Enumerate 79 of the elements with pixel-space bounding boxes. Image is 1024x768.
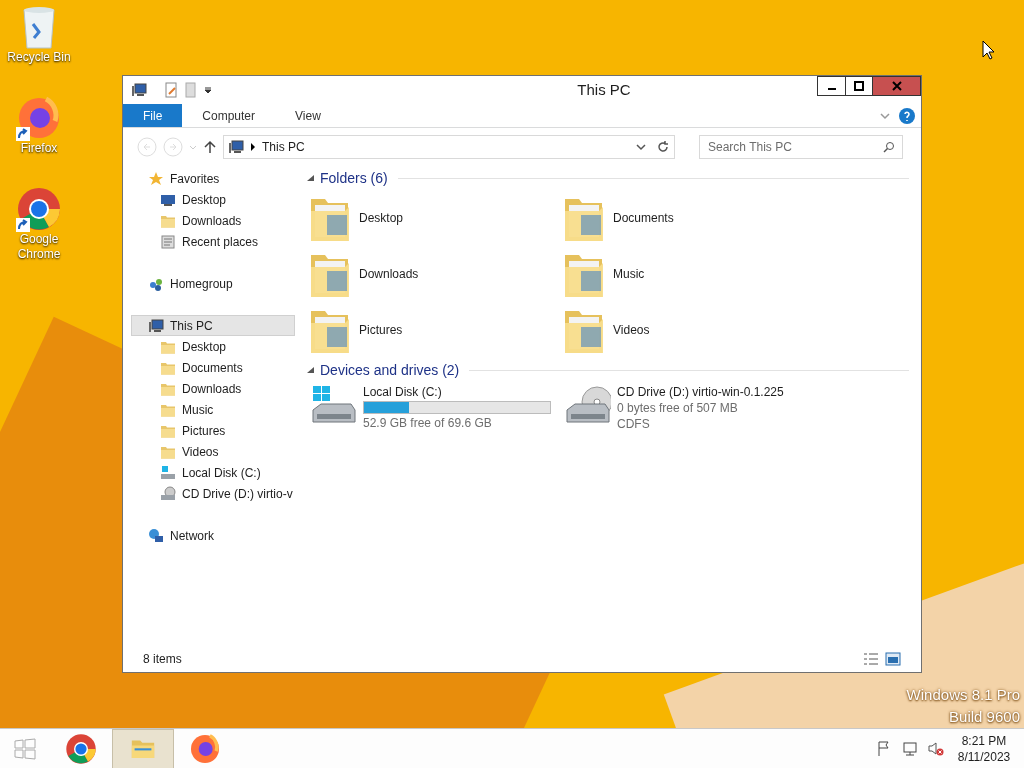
nav-item[interactable]: Downloads bbox=[131, 378, 295, 399]
flag-icon[interactable] bbox=[876, 740, 892, 757]
mouse-cursor-icon bbox=[982, 40, 996, 60]
drive-name: Local Disk (C:) bbox=[363, 384, 443, 400]
ribbon-tab[interactable]: Computer bbox=[182, 104, 276, 127]
large-icons-view-icon[interactable] bbox=[885, 652, 901, 666]
edition-text: Build 9600 bbox=[949, 707, 1020, 727]
nav-item[interactable]: This PC bbox=[131, 315, 295, 336]
nav-item[interactable]: Local Disk (C:) bbox=[131, 462, 295, 483]
nav-item[interactable]: Recent places bbox=[131, 231, 295, 252]
free-space-text: 52.9 GB free of 69.6 GB bbox=[363, 415, 493, 431]
minimize-icon bbox=[827, 88, 836, 90]
computer-icon bbox=[148, 317, 164, 334]
file-system-text: CDFS bbox=[617, 416, 651, 432]
item-count: 8 items bbox=[143, 651, 183, 668]
search-icon bbox=[883, 141, 895, 153]
group-heading: Devices and drives (2) bbox=[320, 360, 460, 380]
nav-item[interactable]: CD Drive (D:) virtio-v bbox=[131, 483, 295, 504]
chevron-down-icon[interactable] bbox=[636, 142, 646, 152]
folder-item[interactable]: Downloads bbox=[309, 246, 563, 302]
free-space-text: 0 bytes free of 507 MB bbox=[617, 400, 739, 416]
close-button[interactable] bbox=[873, 76, 921, 96]
windows-logo-icon bbox=[14, 737, 36, 760]
search-field[interactable]: Search This PC bbox=[699, 135, 903, 159]
clock-date[interactable]: 8/11/2023 bbox=[957, 748, 1011, 765]
shortcut-arrow-icon bbox=[16, 218, 30, 232]
drive-item[interactable]: Local Disk (C:) 52.9 GB free of 69.6 GB bbox=[309, 384, 563, 432]
star-icon bbox=[148, 170, 164, 187]
folder-item[interactable]: Pictures bbox=[309, 302, 563, 358]
drive-icon bbox=[160, 464, 176, 481]
ribbon-tab[interactable]: File bbox=[123, 104, 183, 127]
details-view-icon[interactable] bbox=[863, 652, 879, 666]
nav-item[interactable]: Desktop bbox=[131, 336, 295, 357]
collapse-icon[interactable] bbox=[307, 366, 314, 374]
chrome-icon bbox=[16, 186, 62, 232]
file-explorer-icon bbox=[131, 738, 155, 759]
clock-time[interactable]: 8:21 PM bbox=[961, 732, 1007, 749]
drive-item[interactable]: CD Drive (D:) virtio-win-0.1.225 0 bytes free of 507 MB CDFS bbox=[563, 384, 909, 432]
folder-item[interactable]: Videos bbox=[563, 302, 909, 358]
collapse-icon[interactable] bbox=[307, 174, 314, 182]
computer-icon bbox=[131, 82, 147, 98]
folder-item[interactable]: Documents bbox=[563, 190, 909, 246]
nav-item[interactable]: Homegroup bbox=[131, 273, 295, 294]
recycle-bin-icon bbox=[21, 6, 57, 50]
cd-drive-icon bbox=[160, 485, 176, 502]
firefox-icon bbox=[188, 732, 222, 765]
breadcrumb-arrow-icon bbox=[250, 143, 256, 151]
folder-item[interactable]: Music bbox=[563, 246, 909, 302]
properties-icon[interactable] bbox=[163, 82, 179, 98]
shortcut-arrow-icon bbox=[16, 127, 30, 141]
muted-speaker-icon[interactable] bbox=[928, 740, 944, 757]
recent-places-icon bbox=[160, 233, 176, 250]
close-icon bbox=[891, 81, 902, 91]
drive-name: CD Drive (D:) virtio-win-0.1.225 bbox=[617, 384, 784, 400]
up-arrow-icon[interactable] bbox=[203, 140, 217, 154]
nav-item[interactable]: Downloads bbox=[131, 210, 295, 231]
maximize-button[interactable] bbox=[845, 76, 873, 96]
nav-item[interactable]: Desktop bbox=[131, 189, 295, 210]
help-icon[interactable] bbox=[899, 107, 915, 124]
nav-item[interactable]: Documents bbox=[131, 357, 295, 378]
folder-item[interactable]: Desktop bbox=[309, 190, 563, 246]
nav-item[interactable]: Pictures bbox=[131, 420, 295, 441]
group-heading: Folders (6) bbox=[320, 168, 388, 188]
maximize-icon bbox=[854, 81, 864, 91]
nav-item[interactable]: Network bbox=[131, 525, 295, 546]
address-bar[interactable]: This PC bbox=[223, 135, 675, 159]
dropdown-icon[interactable] bbox=[203, 85, 213, 95]
window-title: This PC bbox=[576, 79, 632, 100]
minimize-button[interactable] bbox=[817, 76, 845, 96]
address-text: This PC bbox=[262, 139, 306, 156]
computer-icon bbox=[228, 139, 244, 155]
nav-item[interactable]: Videos bbox=[131, 441, 295, 462]
ribbon-tab[interactable]: View bbox=[275, 104, 341, 127]
nav-item[interactable]: Music bbox=[131, 399, 295, 420]
refresh-icon[interactable] bbox=[656, 140, 670, 154]
nav-item[interactable]: Favorites bbox=[131, 168, 295, 189]
chrome-icon bbox=[64, 732, 98, 765]
firefox-icon bbox=[16, 95, 62, 141]
edition-text: Windows 8.1 Pro bbox=[906, 685, 1020, 705]
